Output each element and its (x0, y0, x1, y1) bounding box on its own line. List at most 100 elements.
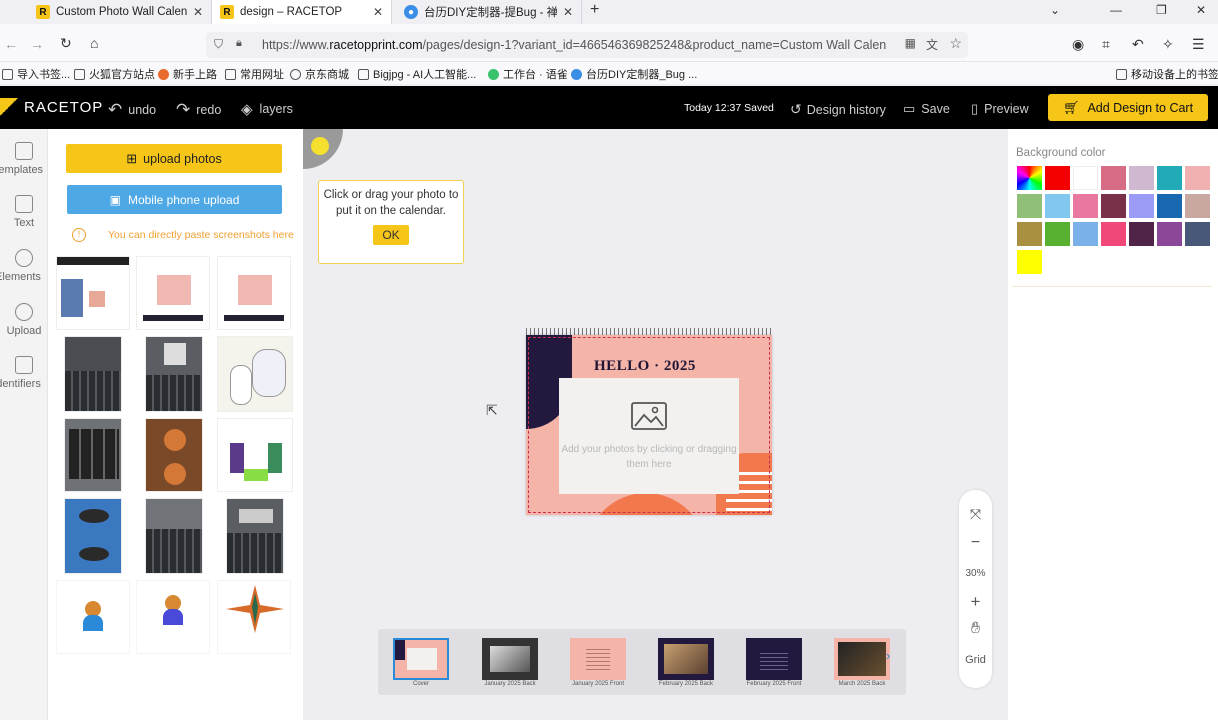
color-swatch[interactable] (1157, 194, 1182, 218)
page-thumb-cover[interactable] (393, 638, 449, 680)
home-icon[interactable]: ⌂ (90, 35, 98, 51)
history-back-icon[interactable]: ↶ (1132, 36, 1144, 53)
uploaded-photo-thumb[interactable] (217, 336, 293, 412)
bookmark-item[interactable]: 台历DIY定制器_Bug ... (571, 66, 697, 82)
uploaded-photo-thumb[interactable] (64, 498, 122, 574)
page-thumb[interactable] (658, 638, 714, 680)
color-swatch[interactable] (1129, 166, 1154, 190)
url-bar[interactable]: ⛉ 🔒︎ https://www.racetopprint.com/pages/… (206, 32, 968, 58)
uploaded-photo-thumb[interactable] (136, 256, 210, 330)
uploaded-photo-thumb[interactable] (145, 336, 203, 412)
color-swatch[interactable] (1185, 194, 1210, 218)
menu-icon[interactable]: ☰ (1192, 36, 1205, 53)
layers-button[interactable]: ◈ layers (241, 100, 293, 118)
browser-tab[interactable]: ● 台历DIY定制器-提Bug - 禅道 ✕ (396, 0, 582, 24)
minimize-icon[interactable]: — (1110, 3, 1122, 17)
color-swatch[interactable] (1101, 194, 1126, 218)
preview-button[interactable]: ▯ Preview (971, 101, 1029, 117)
bookmark-item[interactable]: 移动设备上的书签 (1116, 66, 1218, 82)
custom-color-swatch[interactable] (1017, 166, 1042, 190)
uploaded-sticker-thumb[interactable] (136, 580, 210, 654)
account-icon[interactable]: ◉ (1072, 36, 1084, 53)
browser-tab[interactable]: R Custom Photo Wall Calendar ✕ (28, 0, 212, 24)
color-swatch[interactable] (1101, 222, 1126, 246)
add-to-cart-button[interactable]: 🛒︎ Add Design to Cart (1048, 94, 1208, 121)
page-thumb[interactable] (834, 638, 890, 680)
bookmark-item[interactable]: 常用网址 (225, 66, 284, 82)
color-swatch[interactable] (1045, 166, 1070, 190)
yuque-icon (488, 68, 499, 80)
page-thumb[interactable] (570, 638, 626, 680)
uploaded-photo-thumb[interactable] (64, 336, 122, 412)
color-swatch[interactable] (1073, 194, 1098, 218)
close-tab-icon[interactable]: ✕ (193, 5, 203, 19)
color-swatch[interactable] (1073, 166, 1098, 190)
color-swatch[interactable] (1101, 166, 1126, 190)
zoom-toolbar: ⤧ − 30% + ✋︎ Grid (959, 490, 992, 688)
extensions-icon[interactable]: ✧ (1162, 36, 1174, 53)
color-swatch[interactable] (1017, 222, 1042, 246)
forward-icon[interactable]: → (30, 36, 44, 52)
rail-upload[interactable]: Upload (0, 303, 48, 337)
color-swatch[interactable] (1157, 222, 1182, 246)
color-swatch[interactable] (1017, 194, 1042, 218)
tab-list-icon[interactable]: ⌄ (1050, 3, 1060, 17)
page-thumb[interactable] (482, 638, 538, 680)
uploaded-photo-thumb[interactable] (145, 498, 203, 574)
mobile-upload-button[interactable]: ▣ Mobile phone upload (67, 185, 282, 214)
close-tab-icon[interactable]: ✕ (373, 5, 383, 19)
restore-icon[interactable]: ❐ (1156, 3, 1167, 17)
next-pages-icon[interactable]: › (886, 648, 890, 663)
qr-icon[interactable]: ▦ (905, 36, 916, 50)
back-icon[interactable]: ← (4, 36, 18, 52)
color-swatch[interactable] (1017, 250, 1042, 274)
zoom-out-icon[interactable]: − (959, 534, 992, 552)
browser-tab-active[interactable]: R design – RACETOP ✕ (212, 0, 392, 24)
hand-tool-icon[interactable]: ✋︎ (959, 620, 992, 638)
bookmark-item[interactable]: 火狐官方站点 (74, 66, 155, 82)
redo-button[interactable]: ↷ redo (176, 100, 221, 120)
color-swatch[interactable] (1129, 194, 1154, 218)
rail-identifiers[interactable]: Identifiers (0, 356, 48, 390)
new-tab-icon[interactable]: + (590, 1, 599, 19)
color-swatch[interactable] (1045, 222, 1070, 246)
color-swatch[interactable] (1185, 222, 1210, 246)
uploaded-photo-thumb[interactable] (56, 256, 130, 330)
color-swatch[interactable] (1129, 222, 1154, 246)
close-tab-icon[interactable]: ✕ (563, 5, 573, 19)
uploaded-sticker-thumb[interactable] (217, 580, 291, 654)
bookmark-item[interactable]: 导入书签... (2, 66, 70, 82)
reload-icon[interactable]: ↻ (60, 35, 72, 52)
bookmark-item[interactable]: 新手上路 (158, 66, 217, 82)
upload-photos-button[interactable]: ⊞ upload photos (66, 144, 282, 173)
uploaded-photo-thumb[interactable] (64, 418, 122, 492)
fit-screen-icon[interactable]: ⤧ (959, 506, 992, 523)
tooltip-ok-button[interactable]: OK (373, 225, 409, 245)
color-swatch[interactable] (1073, 222, 1098, 246)
uploaded-sticker-thumb[interactable] (56, 580, 130, 654)
bookmark-item[interactable]: 工作台 · 语雀 (488, 66, 568, 82)
rail-text[interactable]: Text (0, 195, 48, 229)
grid-toggle[interactable]: Grid (959, 654, 992, 666)
uploaded-photo-thumb[interactable] (145, 418, 203, 492)
uploaded-photo-thumb[interactable] (217, 418, 293, 492)
star-icon[interactable]: ☆ (949, 35, 962, 52)
zoom-in-icon[interactable]: + (959, 592, 992, 612)
undo-button[interactable]: ↶ undo (108, 100, 156, 120)
save-button[interactable]: ▭ Save (903, 101, 950, 117)
bookmark-item[interactable]: 京东商城 (290, 66, 349, 82)
photo-placeholder[interactable] (559, 378, 739, 494)
rail-templates[interactable]: Templates (0, 142, 48, 176)
color-swatch[interactable] (1185, 166, 1210, 190)
uploaded-photo-thumb[interactable] (217, 256, 291, 330)
uploaded-photo-thumb[interactable] (226, 498, 284, 574)
close-window-icon[interactable]: ✕ (1196, 3, 1206, 17)
color-swatch[interactable] (1045, 194, 1070, 218)
color-swatch[interactable] (1157, 166, 1182, 190)
design-history-button[interactable]: ↺ Design history (790, 101, 886, 118)
translate-icon[interactable]: 文 (926, 36, 938, 53)
rail-elements[interactable]: Elements (0, 249, 48, 283)
page-thumb[interactable] (746, 638, 802, 680)
bookmark-item[interactable]: Bigjpg - AI人工智能... (358, 66, 476, 82)
screenshot-icon[interactable]: ⌗ (1102, 36, 1110, 53)
